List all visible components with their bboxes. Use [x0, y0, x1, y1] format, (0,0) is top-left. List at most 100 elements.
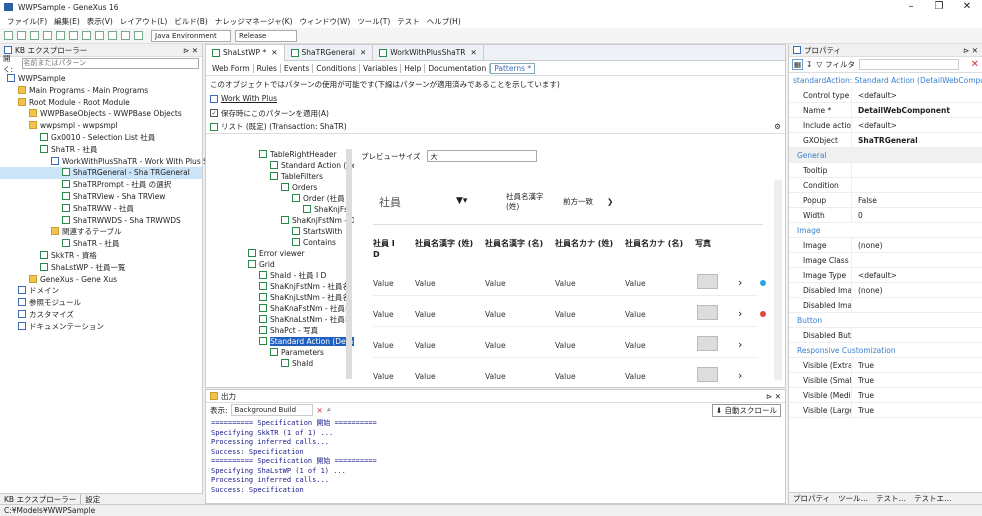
object-subtab[interactable]: Conditions	[313, 63, 360, 73]
instance-tree-item[interactable]: ShaKnjFstNm - D	[209, 215, 354, 226]
property-row[interactable]: Visible (Medium)True	[789, 387, 982, 403]
copy-icon[interactable]	[69, 31, 78, 40]
property-value[interactable]	[851, 297, 858, 313]
chevron-right-icon[interactable]: ›	[738, 307, 742, 320]
settings-gear-icon[interactable]: ⚙	[774, 122, 781, 131]
environment-select[interactable]: Java Environment	[151, 29, 231, 42]
menu-item[interactable]: ファイル(F)	[7, 16, 47, 27]
kb-tree-item[interactable]: Gx0010 - Selection List 社員	[0, 132, 202, 144]
chevron-right-icon[interactable]: ›	[738, 338, 742, 351]
property-row[interactable]: Name * DetailWebComponent	[789, 102, 982, 118]
instance-tree-item[interactable]: ShaId - 社員 I D	[209, 270, 354, 281]
menu-item[interactable]: 編集(E)	[54, 16, 80, 27]
paste-icon[interactable]	[82, 31, 91, 40]
document-tab[interactable]: ShaLstWP * ✕	[206, 44, 285, 61]
new-icon[interactable]	[4, 31, 13, 40]
cut-icon[interactable]	[56, 31, 65, 40]
grid-row[interactable]: Value Value Value Value Value ›	[373, 301, 766, 327]
instance-tree-item[interactable]: Standard Action (Detail	[209, 336, 354, 347]
configuration-select[interactable]: Release	[235, 29, 297, 42]
property-row[interactable]: Image (none)	[789, 237, 982, 253]
property-value[interactable]: <default>	[851, 117, 897, 133]
menu-item[interactable]: ナレッジマネージャ(K)	[215, 16, 293, 27]
property-group[interactable]: Button	[789, 313, 982, 328]
property-row[interactable]: GXObject ShaTRGeneral	[789, 132, 982, 148]
chevron-right-icon[interactable]: ›	[738, 369, 742, 382]
undo-icon[interactable]	[95, 31, 104, 40]
clear-icon[interactable]: ✕	[317, 406, 323, 415]
kb-tree-item[interactable]: 関連するテーブル	[0, 226, 202, 238]
object-subtab[interactable]: Rules	[254, 63, 281, 73]
apply-on-save-checkbox[interactable]: ✓	[210, 109, 218, 117]
property-row[interactable]: Visible (Large)True	[789, 402, 982, 418]
kb-tree-item[interactable]: ShaTRWWDS - Sha TRWWDS	[0, 215, 202, 227]
search-icon[interactable]: ⌕	[327, 405, 331, 415]
property-row[interactable]: Image Type <default>	[789, 267, 982, 283]
properties-pin-icon[interactable]: ⊳ ✕	[963, 46, 978, 55]
kb-tree-item[interactable]: Root Module - Root Module	[0, 97, 202, 109]
grid-row[interactable]: Value Value Value Value Value ›	[373, 332, 758, 358]
kb-tree-item[interactable]: ドキュメンテーション	[0, 321, 202, 333]
property-value[interactable]: (none)	[851, 237, 883, 253]
kb-tree-item[interactable]: GeneXus - Gene Xus	[0, 274, 202, 286]
grid-row[interactable]: Value Value Value Value Value ›	[373, 270, 766, 296]
property-row[interactable]: Image Class	[789, 252, 982, 268]
instance-label[interactable]: リスト (既定) (Transaction: ShaTR)	[221, 121, 347, 132]
property-value[interactable]: True	[851, 357, 874, 373]
instance-tree-item[interactable]: ShaPct - 写真	[209, 325, 354, 336]
kb-tree-item[interactable]: WWPBaseObjects - WWPBase Objects	[0, 108, 202, 120]
property-value[interactable]: False	[851, 192, 877, 208]
instance-tree-item[interactable]: ShaKnaFstNm - 社員名	[209, 303, 354, 314]
property-value[interactable]	[851, 162, 858, 178]
property-value[interactable]	[851, 327, 858, 343]
instance-tree-item[interactable]: Standard Action (New)	[209, 160, 354, 171]
grid-row[interactable]: Value Value Value Value Value ›	[373, 363, 758, 389]
object-subtab[interactable]: Patterns *	[490, 62, 536, 74]
object-subtab[interactable]: Variables	[360, 63, 402, 73]
close-tab-icon[interactable]: ✕	[470, 48, 476, 57]
document-tab[interactable]: ShaTRGeneral ✕	[285, 44, 374, 61]
instance-tree-item[interactable]: Orders	[209, 182, 354, 193]
property-group[interactable]: General	[789, 148, 982, 163]
property-value[interactable]: True	[851, 387, 874, 403]
filter-input[interactable]	[859, 59, 960, 70]
property-value[interactable]	[851, 252, 858, 268]
instance-tree-item[interactable]: TableRightHeader	[209, 149, 354, 160]
properties-bottom-tab[interactable]: テスト…	[872, 493, 910, 504]
pattern-link[interactable]: Work With Plus	[221, 94, 277, 103]
property-row[interactable]: Condition	[789, 177, 982, 193]
kb-tree-item[interactable]: ShaTRWW - 社員	[0, 203, 202, 215]
preview-size-select[interactable]: 大	[426, 150, 537, 162]
kb-tree-item[interactable]: ShaTR - 社員	[0, 144, 202, 156]
instance-tree-item[interactable]: Contains	[209, 237, 354, 248]
instance-tree-item[interactable]: ShaKnjFst	[209, 204, 354, 215]
menu-item[interactable]: ビルド(B)	[174, 16, 208, 27]
property-row[interactable]: Width 0	[789, 207, 982, 223]
menu-item[interactable]: ウィンドウ(W)	[300, 16, 351, 27]
properties-bottom-tab[interactable]: プロパティ	[789, 493, 834, 504]
property-row[interactable]: Control type <default>	[789, 87, 982, 103]
object-subtab[interactable]: Documentation	[425, 63, 491, 73]
close-tab-icon[interactable]: ✕	[360, 48, 366, 57]
kb-tree-item[interactable]: 参照モジュール	[0, 297, 202, 309]
filter-operator[interactable]: 前方一致 ❯	[563, 196, 613, 207]
property-row[interactable]: Visible (Small)True	[789, 372, 982, 388]
property-group[interactable]: Responsive Customization	[789, 343, 982, 358]
property-row[interactable]: Disabled Image(none)	[789, 282, 982, 298]
categorized-icon[interactable]: ▦	[792, 59, 804, 70]
object-subtab[interactable]: Web Form	[209, 63, 254, 73]
kb-tree-item[interactable]: カスタマイズ	[0, 309, 202, 321]
redo-icon[interactable]	[108, 31, 117, 40]
filter-funnel-icon[interactable]: ▽	[816, 60, 822, 69]
instance-tree-item[interactable]: ShaKnjFstNm - 社員名	[209, 281, 354, 292]
close-button[interactable]: ✕	[952, 1, 982, 12]
minimize-button[interactable]: –	[896, 1, 926, 12]
tab-kb-explorer[interactable]: KB エクスプローラー	[0, 494, 80, 505]
autoscroll-button[interactable]: ⬇ 自動スクロール	[711, 403, 781, 417]
output-pin-icon[interactable]: ⊳ ✕	[766, 392, 781, 401]
property-value[interactable]: <default>	[851, 267, 897, 283]
clear-filter-icon[interactable]: ✕	[971, 59, 979, 70]
build-icon[interactable]	[121, 31, 130, 40]
pin-icon[interactable]: ⊳ ✕	[183, 46, 198, 55]
menu-item[interactable]: レイアウト(L)	[120, 16, 168, 27]
